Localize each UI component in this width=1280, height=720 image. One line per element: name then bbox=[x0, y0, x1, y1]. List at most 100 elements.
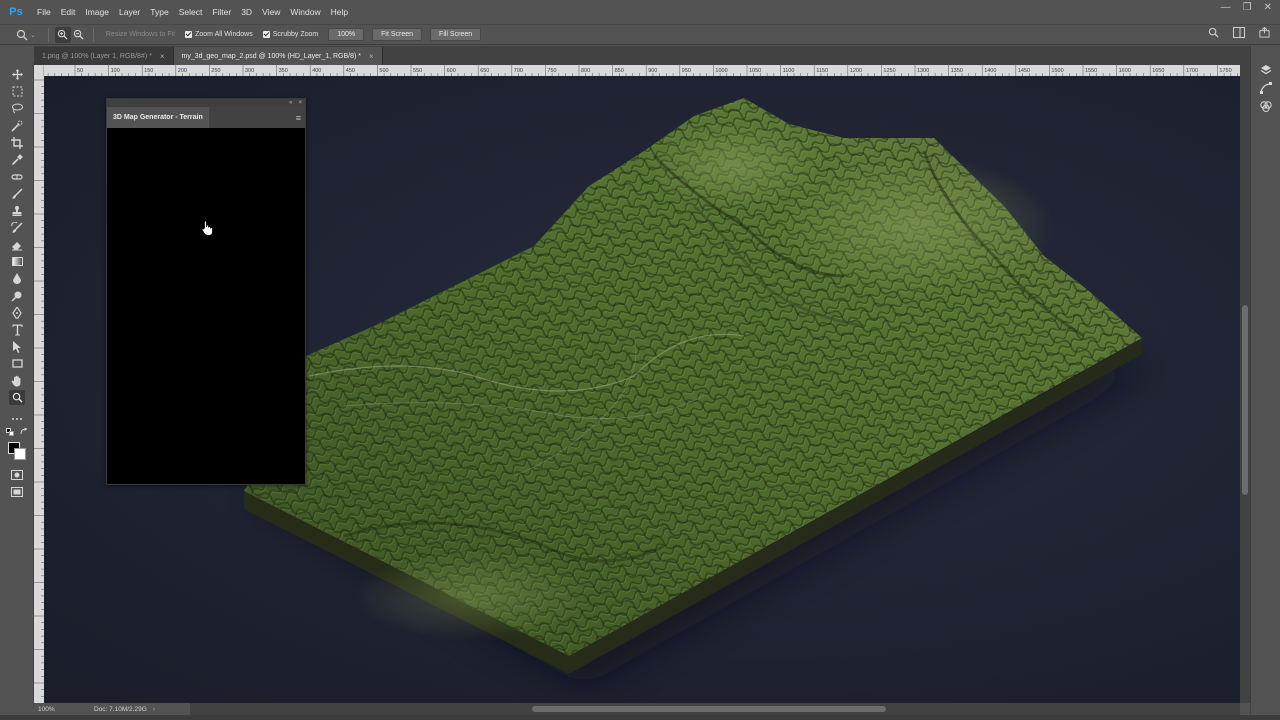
collapse-panel-icon[interactable]: « bbox=[289, 100, 292, 106]
screen-mode-icon[interactable] bbox=[9, 484, 25, 499]
crop-tool-icon[interactable] bbox=[9, 135, 25, 150]
channels-icon[interactable] bbox=[1259, 99, 1273, 113]
close-tab-icon[interactable]: × bbox=[369, 52, 374, 61]
ruler-origin[interactable] bbox=[34, 65, 44, 76]
eyedropper-tool-icon[interactable] bbox=[9, 152, 25, 167]
ruler-ticks: 50 100 150 200 250 300 350 400 450 500 550 600 650 70… bbox=[47, 65, 1238, 76]
menu-file[interactable]: File bbox=[32, 0, 56, 24]
checkbox-checked-icon bbox=[185, 31, 193, 38]
type-tool-icon[interactable] bbox=[9, 322, 25, 337]
panel-tab-3d-map-generator[interactable]: 3D Map Generator - Terrain bbox=[107, 107, 209, 128]
ruler-label: 1450 bbox=[1018, 68, 1030, 74]
zoom-out-icon[interactable] bbox=[71, 27, 87, 43]
panel-menu-icon[interactable]: ≡ bbox=[296, 113, 301, 123]
resize-windows-checkbox[interactable]: Resize Windows to Fit bbox=[106, 31, 175, 38]
fit-screen-button[interactable]: Fit Screen bbox=[372, 28, 423, 41]
swap-colors-icon[interactable] bbox=[19, 428, 29, 436]
zoom-tool-preset-icon[interactable] bbox=[14, 27, 30, 43]
menu-window[interactable]: Window bbox=[285, 0, 325, 24]
menu-edit[interactable]: Edit bbox=[56, 0, 81, 24]
quick-selection-tool-icon[interactable] bbox=[9, 118, 25, 133]
path-selection-tool-icon[interactable] bbox=[9, 339, 25, 354]
fill-screen-button[interactable]: Fill Screen bbox=[430, 28, 482, 41]
dodge-tool-icon[interactable] bbox=[9, 288, 25, 303]
layers-icon[interactable] bbox=[1259, 63, 1273, 77]
rectangle-tool-icon[interactable] bbox=[9, 356, 25, 371]
ruler-label: 850 bbox=[615, 68, 624, 74]
menu-image[interactable]: Image bbox=[80, 0, 114, 24]
horizontal-ruler[interactable]: 50 100 150 200 250 300 350 400 450 500 550 600 650 70… bbox=[44, 65, 1240, 76]
menu-layer[interactable]: Layer bbox=[114, 0, 145, 24]
lasso-tool-icon[interactable] bbox=[9, 101, 25, 116]
menu-bar: Ps File Edit Image Layer Type Select Fil… bbox=[0, 0, 1280, 24]
history-brush-tool-icon[interactable] bbox=[9, 220, 25, 235]
healing-brush-tool-icon[interactable] bbox=[9, 169, 25, 184]
vertical-ruler[interactable] bbox=[34, 76, 44, 703]
zoom-in-icon[interactable] bbox=[54, 26, 71, 43]
close-panel-icon[interactable]: × bbox=[298, 100, 302, 106]
clone-stamp-tool-icon[interactable] bbox=[9, 203, 25, 218]
hand-tool-icon[interactable] bbox=[9, 373, 25, 388]
window-controls: — ❐ ✕ bbox=[1221, 2, 1272, 13]
share-icon[interactable] bbox=[1259, 26, 1270, 40]
eraser-tool-icon[interactable] bbox=[9, 237, 25, 252]
zoom-tool-icon[interactable] bbox=[9, 390, 25, 405]
workspace-icon[interactable] bbox=[1233, 27, 1245, 40]
restore-button[interactable]: ❐ bbox=[1243, 2, 1252, 13]
zoom-all-windows-checkbox[interactable]: Zoom All Windows bbox=[185, 31, 253, 38]
panel-dock bbox=[1250, 46, 1280, 720]
ruler-label: 900 bbox=[648, 68, 657, 74]
panel-content[interactable] bbox=[107, 128, 305, 484]
ruler-label: 1750 bbox=[1219, 68, 1231, 74]
ruler-label: 1200 bbox=[850, 68, 862, 74]
move-tool-icon[interactable] bbox=[9, 67, 25, 82]
plugin-panel: « × 3D Map Generator - Terrain ≡ bbox=[106, 98, 306, 485]
menu-3d[interactable]: 3D bbox=[236, 0, 257, 24]
menu-type[interactable]: Type bbox=[145, 0, 173, 24]
paths-icon[interactable] bbox=[1259, 81, 1273, 95]
tab-1-png[interactable]: 1.png @ 100% (Layer 1, RGB/8#) * × bbox=[34, 47, 174, 65]
ruler-label: 300 bbox=[245, 68, 254, 74]
zoom-level-field[interactable]: 100% bbox=[34, 706, 64, 713]
ruler-label: 450 bbox=[346, 68, 355, 74]
scrubby-zoom-checkbox[interactable]: Scrubby Zoom bbox=[262, 31, 318, 38]
gradient-tool-icon[interactable] bbox=[9, 254, 25, 269]
status-menu-arrow-icon[interactable]: › bbox=[153, 706, 155, 713]
menu-help[interactable]: Help bbox=[326, 0, 353, 24]
zoom-100-button[interactable]: 100% bbox=[328, 28, 365, 41]
ruler-ticks bbox=[34, 79, 44, 697]
ruler-label: 1150 bbox=[816, 68, 828, 74]
close-tab-icon[interactable]: × bbox=[160, 52, 165, 61]
ruler-label: 400 bbox=[312, 68, 321, 74]
status-bar: 100% Doc: 7.10M/2.29G › bbox=[34, 703, 190, 715]
blur-tool-icon[interactable] bbox=[9, 271, 25, 286]
marquee-tool-icon[interactable] bbox=[9, 84, 25, 99]
brush-tool-icon[interactable] bbox=[9, 186, 25, 201]
minimize-button[interactable]: — bbox=[1221, 2, 1231, 13]
horizontal-scrollbar[interactable] bbox=[190, 703, 1240, 715]
vertical-scrollbar[interactable] bbox=[1240, 65, 1250, 703]
menu-select[interactable]: Select bbox=[174, 0, 208, 24]
ruler-label: 1550 bbox=[1085, 68, 1097, 74]
ruler-label: 50 bbox=[77, 68, 83, 74]
close-button[interactable]: ✕ bbox=[1264, 2, 1272, 13]
panel-tab-row: 3D Map Generator - Terrain ≡ bbox=[107, 107, 305, 128]
more-tools-icon[interactable] bbox=[9, 411, 25, 426]
search-icon[interactable] bbox=[1208, 27, 1219, 40]
default-colors-icon[interactable] bbox=[5, 428, 15, 436]
tab-my-3d-geo-map-2[interactable]: my_3d_geo_map_2.psd @ 100% (HD_Layer_1, … bbox=[173, 47, 383, 65]
menu-view[interactable]: View bbox=[257, 0, 285, 24]
quick-mask-icon[interactable] bbox=[9, 467, 25, 482]
ruler-label: 1400 bbox=[984, 68, 996, 74]
menu-filter[interactable]: Filter bbox=[207, 0, 236, 24]
vertical-scroll-thumb[interactable] bbox=[1242, 305, 1248, 495]
pen-tool-icon[interactable] bbox=[9, 305, 25, 320]
ruler-label: 500 bbox=[379, 68, 388, 74]
document-info[interactable]: Doc: 7.10M/2.29G bbox=[94, 706, 147, 713]
background-color-swatch[interactable] bbox=[14, 448, 26, 460]
ruler-label: 1000 bbox=[715, 68, 727, 74]
horizontal-scroll-thumb[interactable] bbox=[532, 706, 886, 712]
ruler-label: 1300 bbox=[917, 68, 929, 74]
ruler-label: 600 bbox=[447, 68, 456, 74]
hand-cursor-icon bbox=[201, 220, 213, 236]
